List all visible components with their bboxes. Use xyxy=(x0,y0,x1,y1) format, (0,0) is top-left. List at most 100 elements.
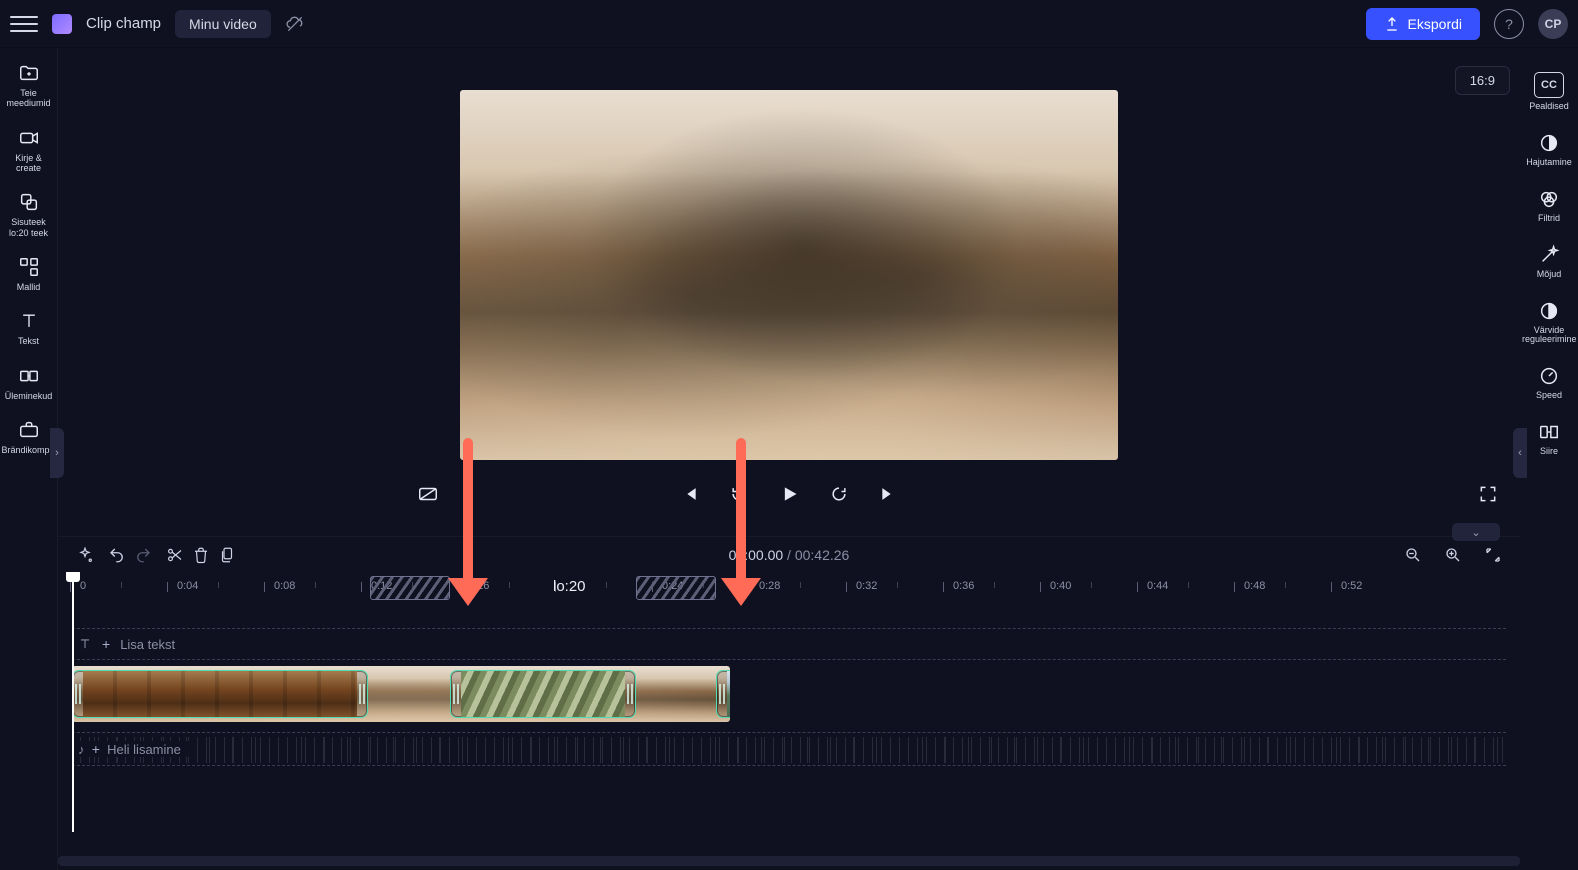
skip-end-button[interactable] xyxy=(877,482,901,506)
sidebar-item-fade[interactable]: Hajutamine xyxy=(1520,122,1578,178)
fullscreen-button[interactable] xyxy=(1476,482,1500,506)
text-icon xyxy=(78,637,92,651)
clip-handle-right[interactable] xyxy=(357,671,367,717)
templates-icon xyxy=(2,256,56,278)
play-button[interactable] xyxy=(777,482,801,506)
timeline[interactable]: 00:040:080:120:160:240:280:320:360:400:4… xyxy=(58,572,1520,870)
zoom-in-button[interactable] xyxy=(1440,542,1466,568)
sidebar-item-label: Siire xyxy=(1540,446,1558,456)
video-track[interactable] xyxy=(72,666,730,722)
sidebar-item-label: Filtrid xyxy=(1538,213,1560,223)
avatar[interactable]: CP xyxy=(1538,9,1568,39)
clip-handle-left[interactable] xyxy=(73,671,83,717)
add-icon: + xyxy=(102,636,110,652)
clip-thumbnails xyxy=(83,671,357,717)
collapse-timeline-button[interactable]: ⌄ xyxy=(1452,523,1500,541)
redo-button[interactable] xyxy=(130,542,156,568)
text-track-label: Lisa tekst xyxy=(120,637,175,652)
text-icon xyxy=(2,310,56,332)
wand-icon xyxy=(1522,244,1576,266)
text-track[interactable]: + Lisa tekst xyxy=(72,628,1506,660)
fit-timeline-button[interactable] xyxy=(1480,542,1506,568)
undo-button[interactable] xyxy=(104,542,130,568)
sidebar-item-speed[interactable]: Speed xyxy=(1520,355,1578,411)
sidebar-item-label: Speed xyxy=(1536,390,1562,400)
timeline-annotation-label: lo:20 xyxy=(553,578,586,595)
left-sidebar: Teie meediumid Kirje & create Sisuteek l… xyxy=(0,48,58,870)
sidebar-item-label: Hajutamine xyxy=(1526,157,1572,167)
ruler-tick: 0:28 xyxy=(759,580,780,592)
right-panel-toggle[interactable]: ‹ xyxy=(1513,428,1527,478)
video-preview[interactable] xyxy=(460,90,1118,460)
audio-waveform xyxy=(72,737,1506,763)
split-button[interactable] xyxy=(162,542,188,568)
timeline-scrollbar[interactable] xyxy=(58,856,1520,866)
audio-track[interactable]: ♪ + Heli lisamine xyxy=(72,732,1506,766)
filters-icon xyxy=(1522,188,1576,210)
video-clip[interactable] xyxy=(450,670,636,718)
gauge-icon xyxy=(1522,365,1576,387)
sidebar-item-label: Mallid xyxy=(17,282,41,292)
duplicate-button[interactable] xyxy=(214,542,240,568)
ruler-tick: 0:52 xyxy=(1341,580,1362,592)
camera-icon xyxy=(2,127,56,149)
sidebar-item-transition[interactable]: Siire xyxy=(1520,411,1578,467)
app-name: Clip champ xyxy=(86,15,161,32)
sidebar-item-label: Värvide reguleerimine xyxy=(1522,325,1577,345)
sidebar-item-filters[interactable]: Filtrid xyxy=(1520,178,1578,234)
ruler-tick: 0:36 xyxy=(953,580,974,592)
sidebar-item-label: Teie meediumid xyxy=(6,88,50,108)
preview-area: 16:9 xyxy=(58,48,1520,536)
sidebar-item-transitions[interactable]: Üleminekud xyxy=(0,357,58,411)
export-frame-icon[interactable] xyxy=(416,482,440,506)
add-icon: + xyxy=(92,741,100,757)
audio-track-label: Heli lisamine xyxy=(107,742,181,757)
video-clip[interactable] xyxy=(716,670,730,718)
app-header: Clip champ Minu video Ekspordi ? CP xyxy=(0,0,1578,48)
skip-start-button[interactable] xyxy=(677,482,701,506)
annotation-arrow xyxy=(463,438,473,588)
annotation-arrow xyxy=(736,438,746,588)
sidebar-item-effects[interactable]: Mõjud xyxy=(1520,234,1578,290)
ruler-tick: 0:40 xyxy=(1050,580,1071,592)
transition-icon xyxy=(1522,421,1576,443)
clip-handle-left[interactable] xyxy=(451,671,461,717)
ruler-tick: 0:04 xyxy=(177,580,198,592)
forward-button[interactable] xyxy=(827,482,851,506)
export-button[interactable]: Ekspordi xyxy=(1366,8,1480,40)
menu-button[interactable] xyxy=(10,10,38,38)
folder-plus-icon xyxy=(2,62,56,84)
timecode: 00:00.00 / 00:42.26 xyxy=(729,547,850,563)
sidebar-item-label: Tekst xyxy=(18,336,39,346)
clip-handle-right[interactable] xyxy=(625,671,635,717)
app-logo xyxy=(52,14,72,34)
playhead[interactable] xyxy=(72,572,74,832)
timeline-ruler[interactable]: 00:040:080:120:160:240:280:320:360:400:4… xyxy=(58,572,1520,604)
timeline-gap-indicator[interactable] xyxy=(636,576,716,600)
clip-handle-left[interactable] xyxy=(717,671,727,717)
sidebar-item-record[interactable]: Kirje & create xyxy=(0,119,58,184)
zoom-out-button[interactable] xyxy=(1400,542,1426,568)
help-button[interactable]: ? xyxy=(1494,9,1524,39)
ruler-tick: 0:48 xyxy=(1244,580,1265,592)
sidebar-item-library[interactable]: Sisuteek lo:20 teek xyxy=(0,183,58,248)
delete-button[interactable] xyxy=(188,542,214,568)
contrast-icon xyxy=(1522,300,1576,322)
ai-tools-button[interactable] xyxy=(72,542,98,568)
aspect-ratio-button[interactable]: 16:9 xyxy=(1455,66,1510,95)
sidebar-item-captions[interactable]: CC Pealdised xyxy=(1520,62,1578,122)
timeline-gap-indicator[interactable] xyxy=(370,576,450,600)
sidebar-item-templates[interactable]: Mallid xyxy=(0,248,58,302)
timeline-toolbar: ⌄ 00:00.00 / 00:42.26 xyxy=(58,536,1520,572)
sidebar-item-colors[interactable]: Värvide reguleerimine xyxy=(1520,290,1578,356)
sidebar-item-label: Kirje & create xyxy=(15,153,42,173)
sidebar-item-media[interactable]: Teie meediumid xyxy=(0,54,58,119)
fade-icon xyxy=(1522,132,1576,154)
sidebar-item-label: Üleminekud xyxy=(5,391,53,401)
sidebar-item-text[interactable]: Tekst xyxy=(0,302,58,356)
transitions-icon xyxy=(2,365,56,387)
video-clip[interactable] xyxy=(72,670,368,718)
project-title-input[interactable]: Minu video xyxy=(175,10,271,38)
sidebar-item-brand[interactable]: Brändikomplekt xyxy=(0,411,58,465)
right-sidebar: CC Pealdised Hajutamine Filtrid Mõjud Vä… xyxy=(1520,48,1578,870)
